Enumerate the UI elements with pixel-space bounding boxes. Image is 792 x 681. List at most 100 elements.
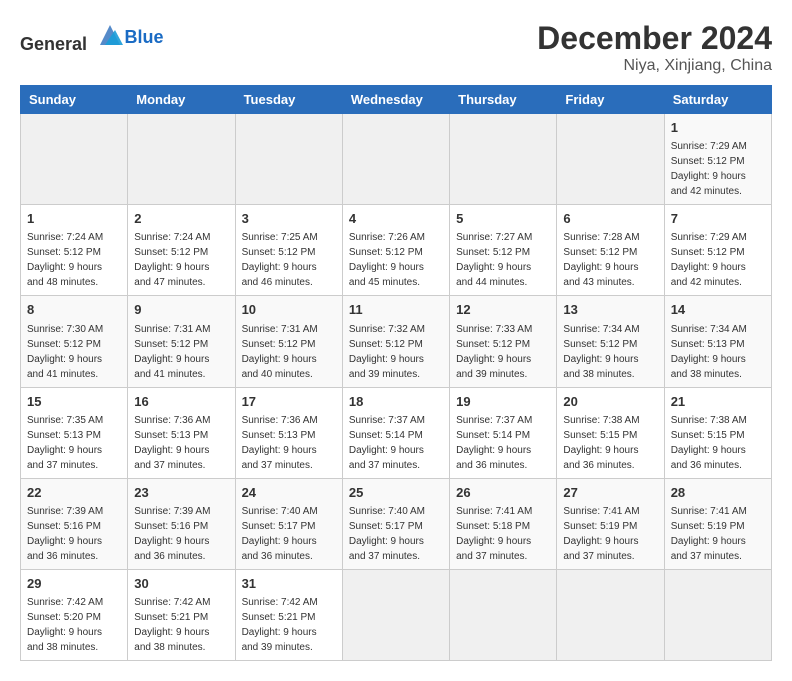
calendar-cell (557, 569, 664, 660)
calendar-header-row: SundayMondayTuesdayWednesdayThursdayFrid… (21, 86, 772, 114)
calendar-cell (342, 114, 449, 205)
calendar-cell: 14 Sunrise: 7:34 AMSunset: 5:13 PMDayligh… (664, 296, 771, 387)
day-info: Sunrise: 7:34 AMSunset: 5:13 PMDaylight:… (671, 324, 747, 380)
calendar-header-thursday: Thursday (450, 86, 557, 114)
day-number: 26 (456, 484, 550, 502)
day-info: Sunrise: 7:37 AMSunset: 5:14 PMDaylight:… (349, 415, 425, 471)
day-info: Sunrise: 7:33 AMSunset: 5:12 PMDaylight:… (456, 324, 532, 380)
calendar-header-monday: Monday (128, 86, 235, 114)
calendar-cell: 31 Sunrise: 7:42 AMSunset: 5:21 PMDayligh… (235, 569, 342, 660)
calendar-cell: 15 Sunrise: 7:35 AMSunset: 5:13 PMDayligh… (21, 387, 128, 478)
day-number: 1 (671, 119, 765, 137)
calendar-cell (342, 569, 449, 660)
day-number: 6 (563, 210, 657, 228)
day-info: Sunrise: 7:41 AMSunset: 5:19 PMDaylight:… (671, 506, 747, 562)
day-number: 4 (349, 210, 443, 228)
day-info: Sunrise: 7:38 AMSunset: 5:15 PMDaylight:… (563, 415, 639, 471)
calendar-cell: 5 Sunrise: 7:27 AMSunset: 5:12 PMDaylight… (450, 205, 557, 296)
day-number: 30 (134, 575, 228, 593)
day-info: Sunrise: 7:38 AMSunset: 5:15 PMDaylight:… (671, 415, 747, 471)
day-info: Sunrise: 7:24 AMSunset: 5:12 PMDaylight:… (27, 232, 103, 288)
calendar-week-row: 1Sunrise: 7:24 AMSunset: 5:12 PMDaylight… (21, 205, 772, 296)
day-info: Sunrise: 7:40 AMSunset: 5:17 PMDaylight:… (242, 506, 318, 562)
calendar-week-row: 29 Sunrise: 7:42 AMSunset: 5:20 PMDayligh… (21, 569, 772, 660)
day-number: 15 (27, 393, 121, 411)
calendar-table: SundayMondayTuesdayWednesdayThursdayFrid… (20, 85, 772, 661)
calendar-cell (21, 114, 128, 205)
day-info: Sunrise: 7:36 AMSunset: 5:13 PMDaylight:… (134, 415, 210, 471)
calendar-cell (450, 569, 557, 660)
day-number: 24 (242, 484, 336, 502)
day-info: Sunrise: 7:42 AMSunset: 5:20 PMDaylight:… (27, 597, 103, 653)
calendar-cell: 11Sunrise: 7:32 AMSunset: 5:12 PMDayligh… (342, 296, 449, 387)
calendar-cell: 8Sunrise: 7:30 AMSunset: 5:12 PMDaylight… (21, 296, 128, 387)
day-number: 17 (242, 393, 336, 411)
day-number: 23 (134, 484, 228, 502)
calendar-header-saturday: Saturday (664, 86, 771, 114)
day-info: Sunrise: 7:42 AMSunset: 5:21 PMDaylight:… (242, 597, 318, 653)
calendar-cell: 6 Sunrise: 7:28 AMSunset: 5:12 PMDaylight… (557, 205, 664, 296)
day-info: Sunrise: 7:37 AMSunset: 5:14 PMDaylight:… (456, 415, 532, 471)
logo: General Blue (20, 20, 164, 55)
page-header: General Blue December 2024 Niya, Xinjian… (20, 20, 772, 75)
calendar-cell: 29 Sunrise: 7:42 AMSunset: 5:20 PMDayligh… (21, 569, 128, 660)
day-number: 13 (563, 301, 657, 319)
day-info: Sunrise: 7:40 AMSunset: 5:17 PMDaylight:… (349, 506, 425, 562)
day-number: 28 (671, 484, 765, 502)
calendar-cell: 12 Sunrise: 7:33 AMSunset: 5:12 PMDayligh… (450, 296, 557, 387)
day-number: 18 (349, 393, 443, 411)
calendar-cell (128, 114, 235, 205)
calendar-header-friday: Friday (557, 86, 664, 114)
day-number: 9 (134, 301, 228, 319)
day-number: 8 (27, 301, 121, 319)
calendar-cell: 30 Sunrise: 7:42 AMSunset: 5:21 PMDayligh… (128, 569, 235, 660)
day-number: 31 (242, 575, 336, 593)
day-info: Sunrise: 7:28 AMSunset: 5:12 PMDaylight:… (563, 232, 639, 288)
calendar-cell: 19 Sunrise: 7:37 AMSunset: 5:14 PMDayligh… (450, 387, 557, 478)
day-number: 14 (671, 301, 765, 319)
day-info: Sunrise: 7:41 AMSunset: 5:19 PMDaylight:… (563, 506, 639, 562)
calendar-cell: 1Sunrise: 7:29 AMSunset: 5:12 PMDaylight… (664, 114, 771, 205)
calendar-header-sunday: Sunday (21, 86, 128, 114)
logo-blue: Blue (125, 27, 164, 47)
day-number: 16 (134, 393, 228, 411)
day-number: 5 (456, 210, 550, 228)
day-info: Sunrise: 7:36 AMSunset: 5:13 PMDaylight:… (242, 415, 318, 471)
calendar-cell: 23Sunrise: 7:39 AMSunset: 5:16 PMDayligh… (128, 478, 235, 569)
day-info: Sunrise: 7:42 AMSunset: 5:21 PMDaylight:… (134, 597, 210, 653)
calendar-cell: 1Sunrise: 7:24 AMSunset: 5:12 PMDaylight… (21, 205, 128, 296)
day-info: Sunrise: 7:29 AMSunset: 5:12 PMDaylight:… (671, 232, 747, 288)
calendar-header-wednesday: Wednesday (342, 86, 449, 114)
day-number: 19 (456, 393, 550, 411)
calendar-cell: 24 Sunrise: 7:40 AMSunset: 5:17 PMDayligh… (235, 478, 342, 569)
day-number: 3 (242, 210, 336, 228)
day-number: 7 (671, 210, 765, 228)
day-number: 12 (456, 301, 550, 319)
day-info: Sunrise: 7:31 AMSunset: 5:12 PMDaylight:… (242, 324, 318, 380)
calendar-cell: 20Sunrise: 7:38 AMSunset: 5:15 PMDayligh… (557, 387, 664, 478)
calendar-cell: 25 Sunrise: 7:40 AMSunset: 5:17 PMDayligh… (342, 478, 449, 569)
calendar-cell: 21Sunrise: 7:38 AMSunset: 5:15 PMDayligh… (664, 387, 771, 478)
calendar-cell (235, 114, 342, 205)
calendar-cell: 28 Sunrise: 7:41 AMSunset: 5:19 PMDayligh… (664, 478, 771, 569)
logo-general: General (20, 34, 87, 54)
calendar-week-row: 15 Sunrise: 7:35 AMSunset: 5:13 PMDayligh… (21, 387, 772, 478)
day-number: 27 (563, 484, 657, 502)
day-info: Sunrise: 7:35 AMSunset: 5:13 PMDaylight:… (27, 415, 103, 471)
calendar-cell: 16 Sunrise: 7:36 AMSunset: 5:13 PMDayligh… (128, 387, 235, 478)
day-info: Sunrise: 7:24 AMSunset: 5:12 PMDaylight:… (134, 232, 210, 288)
logo-icon (95, 20, 125, 50)
day-number: 25 (349, 484, 443, 502)
day-info: Sunrise: 7:31 AMSunset: 5:12 PMDaylight:… (134, 324, 210, 380)
day-info: Sunrise: 7:25 AMSunset: 5:12 PMDaylight:… (242, 232, 318, 288)
calendar-cell: 2Sunrise: 7:24 AMSunset: 5:12 PMDaylight… (128, 205, 235, 296)
calendar-week-row: 22Sunrise: 7:39 AMSunset: 5:16 PMDayligh… (21, 478, 772, 569)
day-info: Sunrise: 7:32 AMSunset: 5:12 PMDaylight:… (349, 324, 425, 380)
day-number: 29 (27, 575, 121, 593)
location-title: Niya, Xinjiang, China (537, 57, 772, 75)
day-info: Sunrise: 7:27 AMSunset: 5:12 PMDaylight:… (456, 232, 532, 288)
calendar-cell: 7 Sunrise: 7:29 AMSunset: 5:12 PMDaylight… (664, 205, 771, 296)
calendar-cell: 4Sunrise: 7:26 AMSunset: 5:12 PMDaylight… (342, 205, 449, 296)
calendar-cell: 26Sunrise: 7:41 AMSunset: 5:18 PMDayligh… (450, 478, 557, 569)
day-info: Sunrise: 7:39 AMSunset: 5:16 PMDaylight:… (27, 506, 103, 562)
